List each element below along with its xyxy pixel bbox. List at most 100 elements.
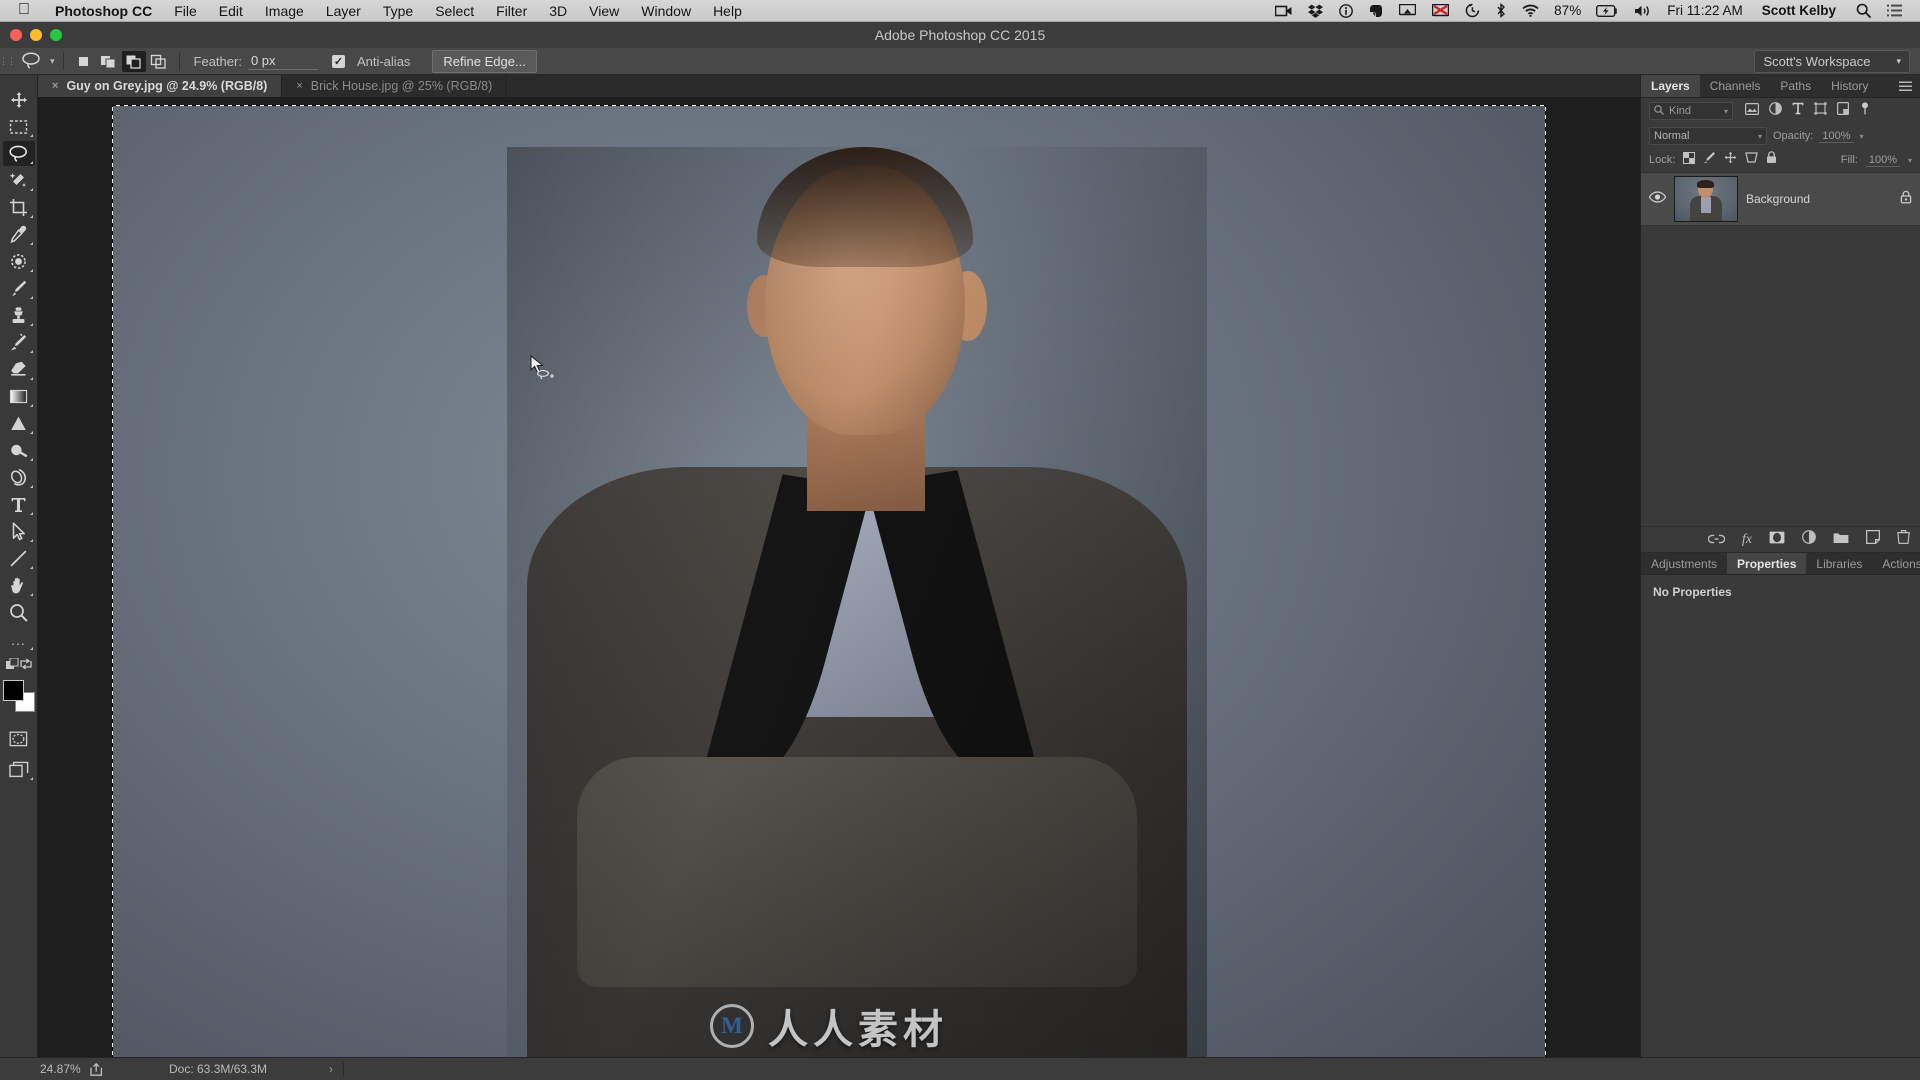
apple-logo-icon[interactable]:  <box>0 1 44 18</box>
add-to-selection-button[interactable] <box>97 51 121 72</box>
rectangular-marquee-tool[interactable] <box>3 114 35 139</box>
layer-row-background[interactable]: Background <box>1641 172 1920 226</box>
new-layer-icon[interactable] <box>1865 529 1881 549</box>
workspace-selector[interactable]: Scott's Workspace ▾ <box>1754 49 1910 73</box>
menu-3d[interactable]: 3D <box>538 0 578 22</box>
type-tool[interactable] <box>3 492 35 517</box>
menu-help[interactable]: Help <box>702 0 753 22</box>
canvas-area[interactable]: M 人人素材 <box>38 97 1640 1057</box>
close-icon[interactable]: × <box>52 80 58 92</box>
new-selection-button[interactable] <box>72 51 96 72</box>
evernote-icon[interactable] <box>1361 0 1391 22</box>
dropbox-icon[interactable] <box>1300 0 1331 22</box>
user-name-label[interactable]: Scott Kelby <box>1750 3 1848 18</box>
quick-mask-mode-icon[interactable] <box>3 726 35 751</box>
eye-icon[interactable] <box>1648 190 1667 208</box>
time-machine-icon[interactable] <box>1457 0 1488 22</box>
clone-stamp-tool[interactable] <box>3 303 35 328</box>
search-icon[interactable] <box>1848 0 1879 22</box>
opacity-chevron-down-icon[interactable]: ▾ <box>1860 132 1864 141</box>
display-off-icon[interactable] <box>1424 0 1457 22</box>
zoom-button[interactable] <box>50 29 62 41</box>
fill-value[interactable]: 100% <box>1865 154 1900 167</box>
lock-transparent-pixels-icon[interactable] <box>1683 151 1696 169</box>
spot-healing-brush-tool[interactable] <box>3 249 35 274</box>
menu-edit[interactable]: Edit <box>208 0 254 22</box>
new-group-icon[interactable] <box>1833 531 1849 549</box>
swap-colors-icon[interactable] <box>19 658 32 670</box>
dodge-tool[interactable] <box>3 438 35 463</box>
link-layers-icon[interactable] <box>1707 531 1726 549</box>
menu-select[interactable]: Select <box>424 0 485 22</box>
clock-label[interactable]: Fri 11:22 AM <box>1660 3 1750 18</box>
opacity-value[interactable]: 100% <box>1819 130 1854 143</box>
tab-history[interactable]: History <box>1821 75 1878 97</box>
tab-libraries[interactable]: Libraries <box>1806 553 1872 574</box>
subtract-from-selection-button[interactable] <box>121 50 146 72</box>
tab-properties[interactable]: Properties <box>1727 553 1807 574</box>
menu-window[interactable]: Window <box>630 0 702 22</box>
layer-thumbnail[interactable] <box>1674 176 1738 222</box>
feather-input[interactable]: 0 px <box>247 53 318 70</box>
wifi-icon[interactable] <box>1514 0 1547 22</box>
path-selection-tool[interactable] <box>3 519 35 544</box>
info-icon[interactable] <box>1331 0 1361 22</box>
lock-position-icon[interactable] <box>1724 151 1737 169</box>
lock-artboard-icon[interactable] <box>1745 151 1759 169</box>
battery-charging-icon[interactable] <box>1588 0 1626 22</box>
tab-layers[interactable]: Layers <box>1641 75 1700 97</box>
tab-adjustments[interactable]: Adjustments <box>1641 553 1727 574</box>
menu-view[interactable]: View <box>578 0 630 22</box>
lock-icon[interactable] <box>1900 190 1912 209</box>
minimize-button[interactable] <box>30 29 42 41</box>
layer-filter-kind-select[interactable]: Kind ▾ <box>1649 102 1733 120</box>
lasso-tool-icon[interactable] <box>14 51 48 71</box>
options-bar-grab-handle[interactable]: ⋮⋮ <box>0 48 16 74</box>
share-icon[interactable] <box>78 1062 117 1076</box>
document-tab-guy-on-grey[interactable]: × Guy on Grey.jpg @ 24.9% (RGB/8) <box>38 75 283 97</box>
refine-edge-button[interactable]: Refine Edge... <box>432 49 537 73</box>
filter-pixel-icon[interactable] <box>1745 102 1760 120</box>
gradient-tool[interactable] <box>3 384 35 409</box>
brush-tool[interactable] <box>3 276 35 301</box>
lock-all-icon[interactable] <box>1766 151 1777 169</box>
filter-toggle-icon[interactable] <box>1859 102 1871 120</box>
zoom-level-field[interactable]: 24.87% <box>0 1062 81 1076</box>
tab-channels[interactable]: Channels <box>1700 75 1771 97</box>
hand-tool[interactable] <box>3 573 35 598</box>
bluetooth-icon[interactable] <box>1488 0 1514 22</box>
crop-tool[interactable] <box>3 195 35 220</box>
close-button[interactable] <box>10 29 22 41</box>
new-adjustment-layer-icon[interactable] <box>1802 530 1816 549</box>
filter-adjustment-icon[interactable] <box>1769 102 1782 120</box>
filter-type-icon[interactable] <box>1792 102 1804 120</box>
airplay-icon[interactable] <box>1391 0 1424 22</box>
pen-tool[interactable] <box>3 465 35 490</box>
close-icon[interactable]: × <box>296 80 302 92</box>
app-name-menu[interactable]: Photoshop CC <box>44 0 163 22</box>
lock-image-pixels-icon[interactable] <box>1703 151 1716 169</box>
line-tool[interactable] <box>3 546 35 571</box>
menu-file[interactable]: File <box>163 0 208 22</box>
filter-smart-object-icon[interactable] <box>1837 102 1850 120</box>
panel-menu-icon[interactable] <box>1891 75 1920 97</box>
zoom-tool[interactable] <box>3 600 35 625</box>
menu-image[interactable]: Image <box>254 0 315 22</box>
foreground-color-swatch[interactable] <box>2 680 24 701</box>
eyedropper-tool[interactable] <box>3 222 35 247</box>
tab-actions[interactable]: Actions <box>1872 553 1920 574</box>
menu-type[interactable]: Type <box>372 0 424 22</box>
screen-recording-icon[interactable] <box>1267 0 1300 22</box>
blur-tool[interactable] <box>3 411 35 436</box>
tab-paths[interactable]: Paths <box>1770 75 1821 97</box>
anti-alias-checkbox-group[interactable]: ✓ Anti-alias <box>318 54 416 69</box>
edit-toolbar-more-button[interactable]: ... <box>3 627 35 652</box>
volume-icon[interactable] <box>1626 0 1660 22</box>
document-image[interactable]: M 人人素材 <box>112 105 1546 1057</box>
delete-layer-icon[interactable] <box>1897 530 1910 549</box>
status-expand-arrow-icon[interactable]: › <box>267 1062 333 1076</box>
lasso-tool[interactable] <box>2 141 35 166</box>
default-colors-icon[interactable] <box>5 657 19 671</box>
layer-mask-icon[interactable] <box>1769 531 1785 549</box>
quick-selection-tool[interactable] <box>3 168 35 193</box>
